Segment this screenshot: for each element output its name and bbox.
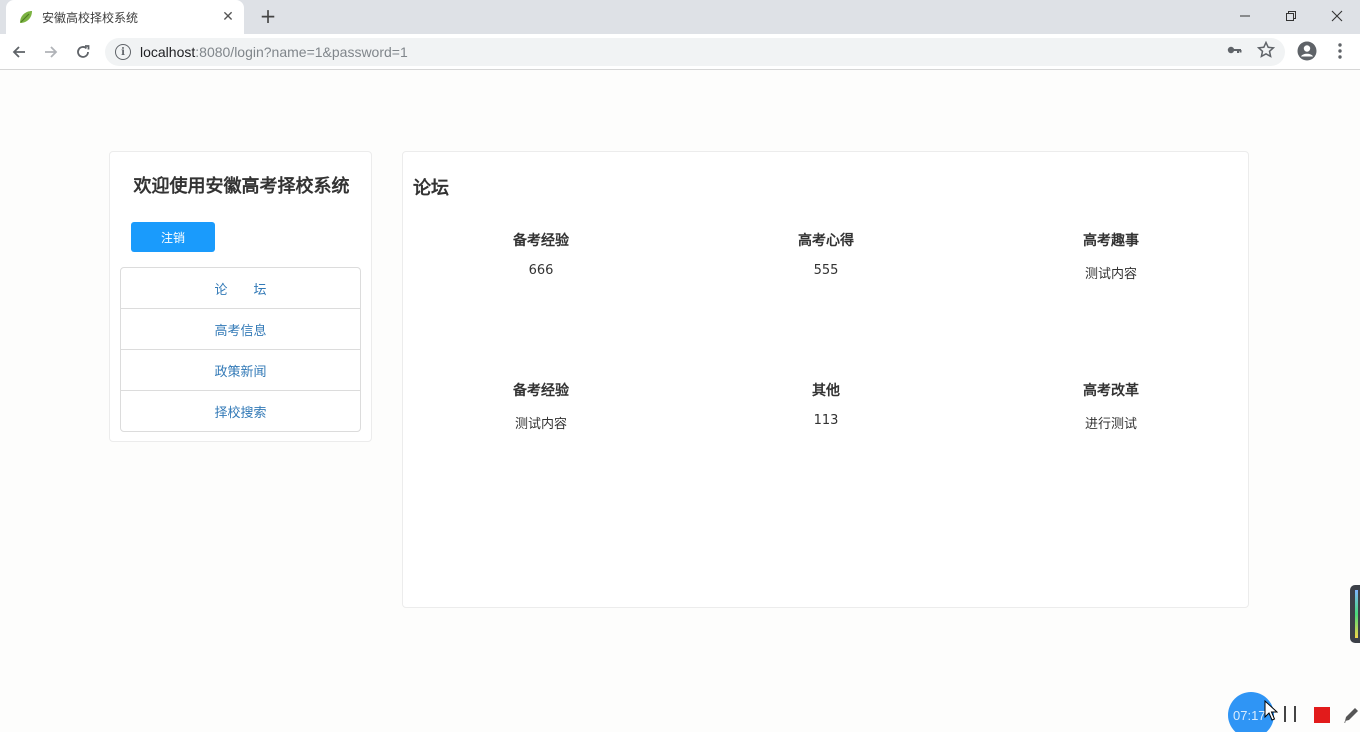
post-title: 备考经验	[513, 383, 569, 399]
post-content: 测试内容	[1084, 267, 1137, 282]
post-title: 高考改革	[1083, 383, 1139, 399]
star-icon[interactable]	[1256, 40, 1276, 60]
sidebar-panel: 欢迎使用安徽高考择校系统 注销 论坛 高考信息 政策新闻 择校搜索	[109, 151, 372, 442]
back-arrow-icon[interactable]	[5, 38, 33, 66]
stop-icon[interactable]	[1314, 707, 1330, 723]
forward-arrow-icon[interactable]	[37, 38, 65, 66]
tab-close-icon[interactable]: ✕	[216, 9, 240, 25]
forum-post[interactable]: 备考经验 666	[441, 230, 641, 278]
post-content: 555	[813, 263, 839, 278]
post-title: 高考心得	[798, 233, 854, 249]
sidebar-item-label: 高考信息	[214, 323, 267, 339]
logout-button[interactable]: 注销	[131, 222, 215, 252]
sidebar-item-gaokao-info[interactable]: 高考信息	[121, 309, 360, 350]
info-icon[interactable]: i	[115, 44, 131, 60]
new-tab-button[interactable]: +	[256, 4, 280, 28]
url-text[interactable]: localhost:8080/login?name=1&password=1	[140, 44, 408, 60]
sidebar-menu: 论坛 高考信息 政策新闻 择校搜索	[120, 267, 361, 432]
url-host: localhost	[140, 44, 196, 60]
tab-title: 安徽高校择校系统	[42, 10, 139, 25]
pause-icon[interactable]	[1284, 706, 1300, 724]
tab-strip: 安徽高校择校系统 ✕ +	[0, 0, 1360, 34]
key-icon[interactable]	[1224, 40, 1244, 60]
post-title: 高考趣事	[1083, 233, 1139, 249]
sidebar-item-label: 择校搜索	[214, 405, 267, 421]
sidebar-item-label: 政策新闻	[214, 364, 267, 380]
forum-post[interactable]: 其他 113	[726, 380, 926, 428]
window-minimize-button[interactable]	[1222, 0, 1268, 32]
window-restore-button[interactable]	[1268, 0, 1314, 32]
sidebar-item-forum[interactable]: 论坛	[121, 268, 360, 309]
welcome-title: 欢迎使用安徽高考择校系统	[133, 176, 350, 197]
forum-post[interactable]: 高考趣事 测试内容	[1011, 230, 1211, 282]
forum-panel: 论坛 备考经验 666 高考心得 555 高考趣事 测试内容 备考经验 测试内容…	[402, 151, 1249, 608]
browser-toolbar: i localhost:8080/login?name=1&password=1	[0, 34, 1360, 70]
sidebar-item-label: 论坛	[214, 282, 293, 298]
post-title: 备考经验	[513, 233, 569, 249]
forum-title: 论坛	[413, 178, 449, 199]
reload-icon[interactable]	[69, 38, 97, 66]
post-content: 测试内容	[514, 417, 567, 432]
mouse-cursor-icon	[1264, 699, 1279, 722]
address-bar[interactable]: i localhost:8080/login?name=1&password=1	[105, 38, 1285, 66]
recorder-side-handle[interactable]	[1350, 585, 1360, 643]
url-path: :8080/login?name=1&password=1	[195, 44, 408, 60]
window-close-button[interactable]	[1314, 0, 1360, 32]
post-content: 进行测试	[1084, 417, 1137, 432]
sidebar-item-policy-news[interactable]: 政策新闻	[121, 350, 360, 391]
post-content: 666	[528, 263, 554, 278]
forum-post[interactable]: 备考经验 测试内容	[441, 380, 641, 432]
leaf-favicon-icon	[18, 9, 34, 25]
menu-dots-icon[interactable]	[1330, 40, 1350, 62]
forum-post[interactable]: 高考改革 进行测试	[1011, 380, 1211, 432]
active-tab[interactable]: 安徽高校择校系统 ✕	[6, 0, 244, 34]
pen-icon[interactable]	[1342, 704, 1360, 724]
post-title: 其他	[812, 383, 840, 399]
forum-post[interactable]: 高考心得 555	[726, 230, 926, 278]
sidebar-item-school-search[interactable]: 择校搜索	[121, 391, 360, 431]
profile-icon[interactable]	[1296, 40, 1318, 62]
post-content: 113	[813, 413, 839, 428]
